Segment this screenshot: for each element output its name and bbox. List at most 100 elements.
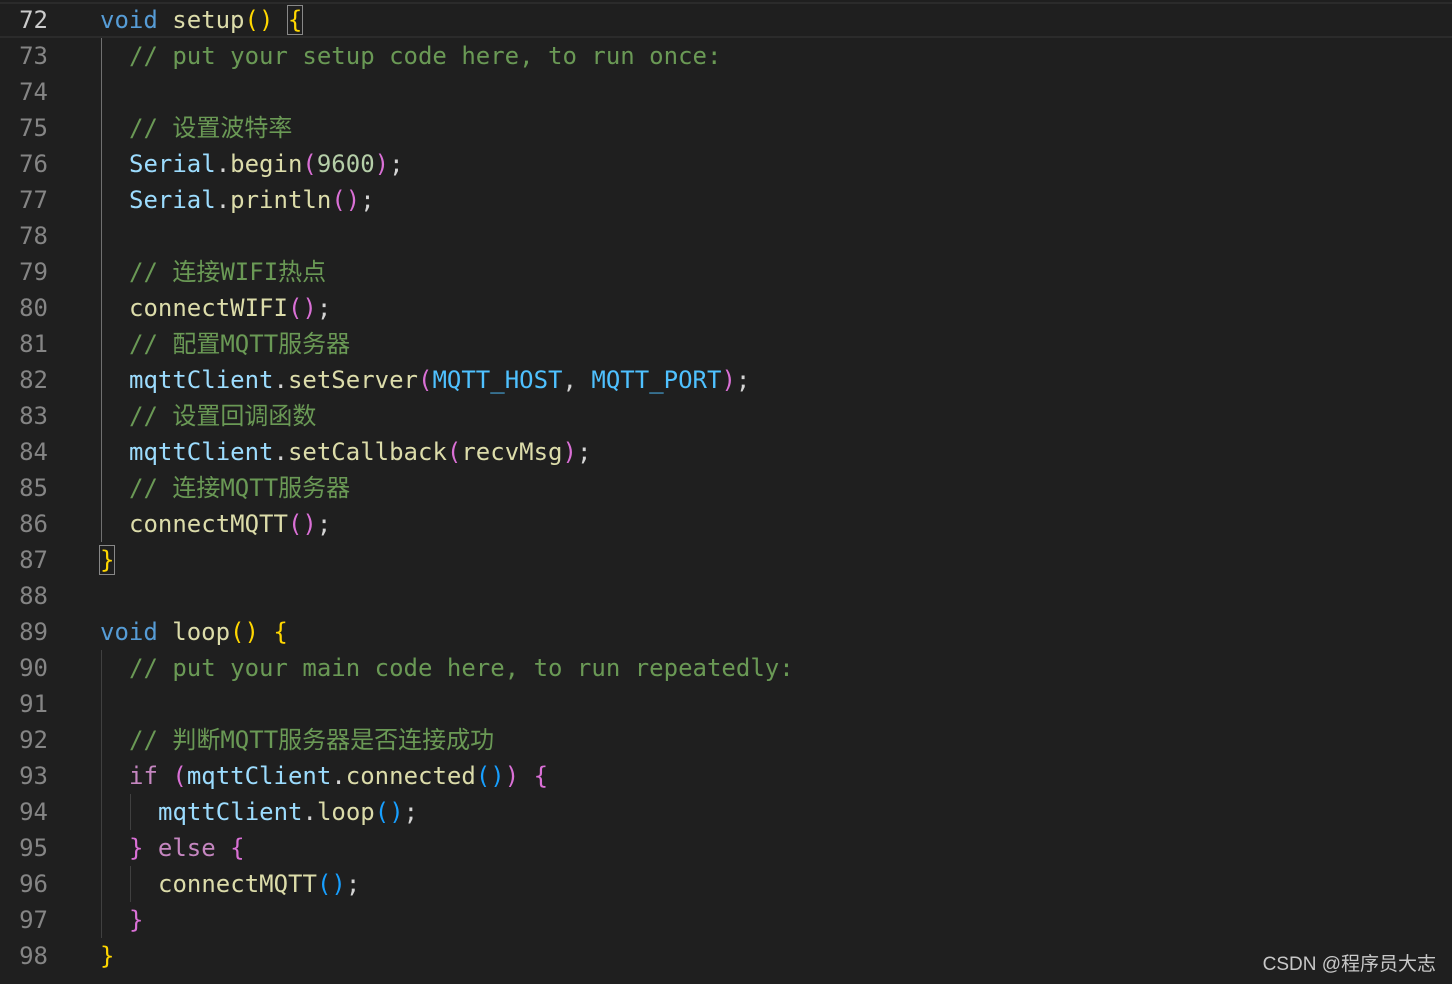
code-token: (): [244, 6, 274, 34]
code-line[interactable]: 82 mqttClient.setServer(MQTT_HOST, MQTT_P…: [0, 362, 1452, 398]
code-line[interactable]: 76 Serial.begin(9600);: [0, 146, 1452, 182]
code-line[interactable]: 97}: [0, 902, 1452, 938]
indent-guide: [101, 74, 102, 110]
code-line[interactable]: 78: [0, 218, 1452, 254]
code-text[interactable]: void loop() {: [100, 614, 288, 650]
code-line[interactable]: 94 mqttClient.loop();: [0, 794, 1452, 830]
code-token: MQTT_HOST: [432, 366, 563, 394]
code-token: void: [100, 618, 158, 646]
code-line[interactable]: 80 connectWIFI();: [0, 290, 1452, 326]
code-token: (: [418, 366, 433, 394]
code-line[interactable]: 91: [0, 686, 1452, 722]
indent-guide: [101, 398, 102, 434]
code-token: mqttClient: [129, 366, 274, 394]
code-token: mqttClient: [186, 762, 332, 790]
code-editor[interactable]: 72 void setup() {73// put your setup code…: [0, 0, 1452, 984]
code-text[interactable]: }: [100, 938, 114, 974]
code-line[interactable]: 98}: [0, 938, 1452, 974]
code-token: }: [98, 545, 116, 575]
code-line[interactable]: 85 // 连接MQTT服务器: [0, 470, 1452, 506]
code-token: (): [230, 618, 259, 646]
code-token: (): [287, 510, 317, 538]
code-line[interactable]: 88: [0, 578, 1452, 614]
code-text[interactable]: Serial.begin(9600);: [129, 146, 404, 182]
csdn-watermark: CSDN @程序员大志: [1262, 954, 1436, 975]
code-token: // 设置回调函数: [129, 402, 317, 430]
indent-guide: [101, 110, 102, 146]
code-line[interactable]: 81 // 配置MQTT服务器: [0, 326, 1452, 362]
code-token: // 判断MQTT服务器是否连接成功: [129, 726, 495, 754]
code-token: MQTT_PORT: [591, 366, 722, 394]
code-text[interactable]: connectMQTT();: [129, 506, 331, 542]
code-text[interactable]: connectWIFI();: [129, 290, 331, 326]
code-text[interactable]: }: [98, 542, 116, 578]
indent-guide: [101, 470, 102, 506]
indent-guide: [101, 830, 102, 866]
indent-guide: [101, 434, 102, 470]
code-line[interactable]: 90 // put your main code here, to run rep…: [0, 650, 1452, 686]
code-text[interactable]: // 连接MQTT服务器: [129, 470, 350, 506]
code-text[interactable]: } else {: [129, 830, 245, 866]
code-line[interactable]: 92 // 判断MQTT服务器是否连接成功: [0, 722, 1452, 758]
code-text[interactable]: // 配置MQTT服务器: [129, 326, 350, 362]
code-token: // 连接WIFI热点: [129, 258, 327, 286]
code-line[interactable]: 73 // put your setup code here, to run on…: [0, 38, 1452, 74]
code-line[interactable]: 93 if (mqttClient.connected()) {: [0, 758, 1452, 794]
code-line[interactable]: 72 void setup() {: [0, 2, 1452, 38]
code-token: (): [475, 762, 505, 790]
code-text[interactable]: mqttClient.setServer(MQTT_HOST, MQTT_POR…: [129, 362, 750, 398]
code-text[interactable]: // 设置波特率: [129, 110, 292, 146]
code-token: Serial: [129, 186, 216, 214]
code-text[interactable]: // 设置回调函数: [129, 398, 316, 434]
code-token: // put your main code here, to run repea…: [129, 654, 794, 682]
line-number: 94: [19, 798, 48, 826]
code-text[interactable]: mqttClient.setCallback(recvMsg);: [129, 434, 591, 470]
code-text[interactable]: // put your main code here, to run repea…: [129, 650, 794, 686]
code-token: else: [157, 834, 216, 862]
code-token: }: [100, 942, 115, 970]
code-token: // 连接MQTT服务器: [129, 474, 351, 502]
code-line[interactable]: 86 connectMQTT();: [0, 506, 1452, 542]
code-text[interactable]: // put your setup code here, to run once…: [129, 38, 721, 74]
code-token: // 设置波特率: [129, 114, 293, 142]
code-line[interactable]: 84 mqttClient.setCallback(recvMsg);: [0, 434, 1452, 470]
code-text[interactable]: Serial.println();: [129, 182, 375, 218]
code-text[interactable]: // 判断MQTT服务器是否连接成功: [129, 722, 494, 758]
indent-guide: [101, 218, 102, 254]
code-line[interactable]: 89 void loop() {: [0, 614, 1452, 650]
code-token: {: [273, 618, 288, 646]
code-line[interactable]: 83 // 设置回调函数: [0, 398, 1452, 434]
code-token: (): [374, 798, 404, 826]
line-number: 98: [19, 942, 48, 970]
indent-guide: [101, 326, 102, 362]
code-line[interactable]: 96 connectMQTT();: [0, 866, 1452, 902]
code-token: loop: [172, 618, 231, 646]
line-number: 91: [19, 690, 48, 718]
code-line[interactable]: 75 // 设置波特率: [0, 110, 1452, 146]
code-token: void: [100, 6, 158, 34]
code-text[interactable]: if (mqttClient.connected()) {: [129, 758, 548, 794]
code-token: // 配置MQTT服务器: [129, 330, 351, 358]
line-number: 77: [19, 186, 48, 214]
code-token: (: [446, 438, 462, 466]
code-token: }: [129, 834, 144, 862]
code-token: ): [562, 438, 577, 466]
code-text[interactable]: // 连接WIFI热点: [129, 254, 326, 290]
code-text[interactable]: void setup() {: [100, 4, 304, 36]
code-text[interactable]: connectMQTT();: [158, 866, 360, 902]
code-line[interactable]: 74: [0, 74, 1452, 110]
code-token: ,: [562, 366, 592, 394]
indent-guide: [101, 182, 102, 218]
code-token: ;: [360, 186, 375, 214]
code-text[interactable]: }: [129, 902, 143, 938]
code-line[interactable]: 77 Serial.println();: [0, 182, 1452, 218]
code-line[interactable]: 95} else {: [0, 830, 1452, 866]
indent-guide: [101, 758, 102, 794]
code-text[interactable]: mqttClient.loop();: [158, 794, 418, 830]
code-line[interactable]: 79 // 连接WIFI热点: [0, 254, 1452, 290]
code-line[interactable]: 87}: [0, 542, 1452, 578]
code-token: .: [331, 762, 346, 790]
code-token: // put your setup code here, to run once…: [129, 42, 722, 70]
